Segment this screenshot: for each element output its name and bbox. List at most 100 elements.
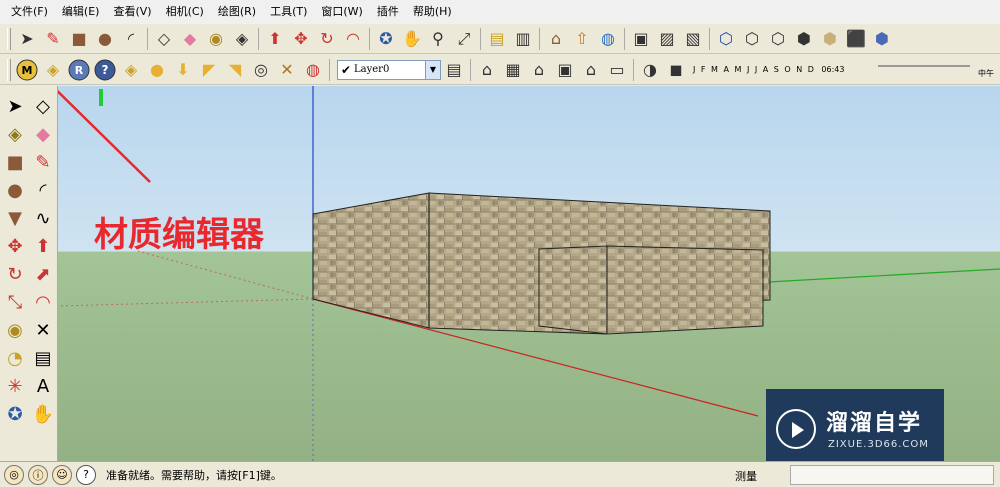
scale-tool-icon[interactable]: ⤡ — [1, 288, 29, 316]
move-tool-icon[interactable]: ✥ — [288, 26, 314, 52]
line-tool-icon[interactable]: ✎ — [29, 148, 57, 176]
push-pull-icon[interactable]: ⬆ — [262, 26, 288, 52]
rotate-tool-icon[interactable]: ↻ — [1, 260, 29, 288]
back-view-icon[interactable]: ⌂ — [578, 57, 604, 83]
toolbar-separator — [329, 58, 330, 81]
menu-help[interactable]: 帮助(H) — [406, 0, 459, 24]
help-icon[interactable]: ? — [92, 57, 118, 83]
freehand-tool-icon[interactable]: ∿ — [29, 204, 57, 232]
rotate-tool-icon[interactable]: ↻ — [314, 26, 340, 52]
get-models-icon[interactable]: ⌂ — [543, 26, 569, 52]
make-component-icon[interactable]: ◇ — [29, 92, 57, 120]
move-tool-icon[interactable]: ✥ — [1, 232, 29, 260]
menu-view[interactable]: 查看(V) — [106, 0, 158, 24]
menu-tools[interactable]: 工具(T) — [263, 0, 314, 24]
dimension-tool-icon[interactable]: ✕ — [29, 316, 57, 344]
previous-view-icon[interactable]: ▤ — [484, 26, 510, 52]
eraser-tool-icon[interactable]: ◆ — [29, 120, 57, 148]
paint-bucket-icon[interactable]: ◈ — [229, 26, 255, 52]
menu-window[interactable]: 窗口(W) — [314, 0, 369, 24]
monochrome-style-icon[interactable]: ⬛ — [843, 26, 869, 52]
xray-style-icon[interactable]: ⬢ — [869, 26, 895, 52]
shadow-months[interactable]: J F M A M J J A S O N D — [693, 65, 815, 74]
model-viewport[interactable]: 材质编辑器 溜溜自学 ZIXUE.3D66.COM — [58, 86, 1000, 461]
circle-tool-icon[interactable]: ● — [92, 26, 118, 52]
chevron-down-icon[interactable]: ▼ — [425, 60, 440, 79]
display-shadows-icon[interactable]: ◼ — [663, 57, 689, 83]
offset-tool-icon[interactable]: ◠ — [29, 288, 57, 316]
layer-manager-icon[interactable]: ▤ — [441, 57, 467, 83]
license-icon[interactable]: ◈ — [118, 57, 144, 83]
protractor-icon[interactable]: ◔ — [1, 344, 29, 372]
hidden-line-style-icon[interactable]: ⬡ — [765, 26, 791, 52]
tape-measure-icon[interactable]: ◉ — [1, 316, 29, 344]
3d-text-icon[interactable]: A — [29, 372, 57, 400]
select-tool-icon[interactable]: ➤ — [14, 26, 40, 52]
shaded-textures-icon[interactable]: ⬢ — [817, 26, 843, 52]
get-current-view-icon[interactable]: ▣ — [628, 26, 654, 52]
eraser-tool-icon[interactable]: ◆ — [177, 26, 203, 52]
material-tag-icon[interactable]: ◈ — [40, 57, 66, 83]
left-view-icon[interactable]: ▭ — [604, 57, 630, 83]
tape-measure-icon[interactable]: ◉ — [203, 26, 229, 52]
sketchup-logo-icon[interactable]: ◍ — [300, 57, 326, 83]
arc-tool-icon[interactable]: ◜ — [29, 176, 57, 204]
shadow-settings-icon[interactable]: ◑ — [637, 57, 663, 83]
pan-tool-icon[interactable]: ✋ — [29, 400, 57, 428]
layer-dropdown[interactable]: ✔ Layer0 ▼ — [337, 59, 441, 80]
render-icon[interactable]: R — [66, 57, 92, 83]
credits-icon[interactable]: ⓘ — [28, 464, 48, 485]
next-view-icon[interactable]: ▥ — [510, 26, 536, 52]
shadow-time[interactable]: 06:43 — [821, 65, 844, 74]
right-view-icon[interactable]: ▣ — [552, 57, 578, 83]
menu-file[interactable]: 文件(F) — [4, 0, 55, 24]
iso-house-icon[interactable]: ⌂ — [474, 57, 500, 83]
share-model-icon[interactable]: ⇧ — [569, 26, 595, 52]
toggle-terrain-icon[interactable]: ▨ — [654, 26, 680, 52]
rectangle-tool-icon[interactable]: ■ — [1, 148, 29, 176]
front-view-icon[interactable]: ⌂ — [526, 57, 552, 83]
spot-light-icon[interactable]: ⬇ — [170, 57, 196, 83]
axes-tool-icon[interactable]: ✳ — [1, 372, 29, 400]
google-earth-icon[interactable]: ◍ — [595, 26, 621, 52]
mesh-light-icon[interactable]: ◤ — [196, 57, 222, 83]
text-tool-icon[interactable]: ▤ — [29, 344, 57, 372]
paint-bucket-icon[interactable]: ◈ — [1, 120, 29, 148]
offset-tool-icon[interactable]: ◠ — [340, 26, 366, 52]
pan-tool-icon[interactable]: ✋ — [399, 26, 425, 52]
user-icon[interactable]: ☺ — [52, 464, 72, 485]
toolbar-grip[interactable] — [7, 27, 11, 50]
time-slider[interactable] — [878, 65, 970, 67]
menu-camera[interactable]: 相机(C) — [159, 0, 211, 24]
zoom-extents-icon[interactable]: ⤢ — [451, 26, 477, 52]
rectangle-tool-icon[interactable]: ■ — [66, 26, 92, 52]
orbit-tool-icon[interactable]: ✪ — [373, 26, 399, 52]
menu-edit[interactable]: 编辑(E) — [55, 0, 107, 24]
make-component-icon[interactable]: ◇ — [151, 26, 177, 52]
push-pull-icon[interactable]: ⬆ — [29, 232, 57, 260]
polygon-tool-icon[interactable]: ▼ — [1, 204, 29, 232]
help-icon[interactable]: ? — [76, 464, 96, 485]
geo-location-icon[interactable]: ◎ — [4, 464, 24, 485]
pencil-tool-icon[interactable]: ✎ — [40, 26, 66, 52]
arc-tool-icon[interactable]: ◜ — [118, 26, 144, 52]
orbit-tool-icon[interactable]: ✪ — [1, 400, 29, 428]
follow-me-icon[interactable]: ⬈ — [29, 260, 57, 288]
select-tool-icon[interactable]: ➤ — [1, 92, 29, 120]
zoom-tool-icon[interactable]: ⚲ — [425, 26, 451, 52]
ies-light-icon[interactable]: ◥ — [222, 57, 248, 83]
toolbar-grip[interactable] — [7, 58, 11, 81]
sphere-proxy-icon[interactable]: ◎ — [248, 57, 274, 83]
omni-light-icon[interactable]: ● — [144, 57, 170, 83]
wireframe-style-icon[interactable]: ⬡ — [739, 26, 765, 52]
circle-tool-icon[interactable]: ● — [1, 176, 29, 204]
plane-icon[interactable]: ✕ — [274, 57, 300, 83]
top-view-icon[interactable]: ▦ — [500, 57, 526, 83]
iso-view-icon[interactable]: ⬡ — [713, 26, 739, 52]
measurements-input[interactable] — [790, 465, 994, 485]
shaded-style-icon[interactable]: ⬢ — [791, 26, 817, 52]
menu-draw[interactable]: 绘图(R) — [211, 0, 263, 24]
place-model-icon[interactable]: ▧ — [680, 26, 706, 52]
menu-plugins[interactable]: 插件 — [370, 0, 406, 24]
material-editor-icon[interactable]: M — [14, 57, 40, 83]
